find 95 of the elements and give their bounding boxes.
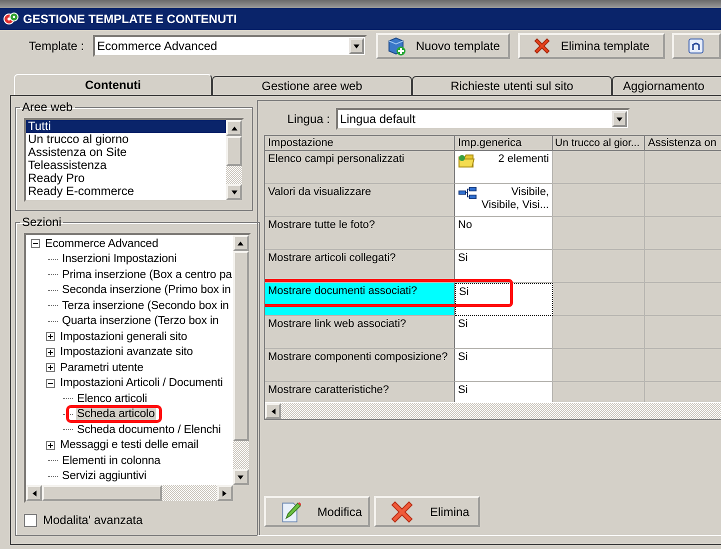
list-item[interactable]: Ready Pro — [26, 172, 226, 185]
caret-icon — [237, 240, 244, 246]
cell-text: Visibile, Visibile, Visi... — [482, 186, 549, 211]
tree-item[interactable]: Ecommerce Advanced — [44, 238, 160, 250]
checkbox[interactable] — [24, 514, 37, 526]
caret-icon — [616, 116, 623, 122]
table-cell[interactable]: 2 elementi — [455, 151, 553, 184]
table-cell: Mostrare tutte le foto? — [265, 217, 455, 250]
delete-button[interactable]: Elimina — [374, 496, 480, 527]
scroll-thumb[interactable] — [226, 136, 242, 166]
tree-item[interactable]: Impostazioni avanzate sito — [59, 346, 194, 358]
cell-text: Si — [458, 252, 469, 265]
tree-item[interactable]: Scheda articolo — [76, 408, 156, 420]
cell-text: 2 elementi — [498, 153, 549, 165]
caret-icon — [230, 124, 238, 132]
group-title: Sezioni — [21, 215, 62, 229]
tree-item[interactable]: Elementi in colonna — [61, 454, 162, 467]
window-title: GESTIONE TEMPLATE E CONTENUTI — [23, 12, 237, 26]
table-cell[interactable]: Si — [455, 349, 553, 382]
hierarchy-icon — [458, 186, 477, 200]
table-cell[interactable]: Si — [455, 382, 553, 402]
cell-text: Si — [459, 286, 470, 299]
tab[interactable]: Contenuti — [14, 74, 212, 95]
expand-toggle[interactable] — [30, 238, 41, 250]
table-cell[interactable]: Visibile, Visibile, Visi... — [455, 184, 553, 217]
tree-item[interactable]: Prima inserzione (Box a centro pa — [61, 268, 233, 281]
table-cell: Mostrare componenti composizione? — [265, 349, 455, 382]
column-header[interactable]: Imp.generica — [455, 136, 553, 151]
vertical-scrollbar[interactable] — [232, 235, 249, 485]
cross-icon — [532, 37, 551, 55]
scroll-thumb[interactable] — [42, 485, 162, 501]
expand-toggle[interactable] — [45, 331, 56, 342]
expand-toggle[interactable] — [45, 378, 56, 389]
table-cell: Valori da visualizzare — [265, 184, 455, 217]
caret-icon — [230, 188, 238, 196]
expand-toggle[interactable] — [45, 362, 56, 374]
tab[interactable]: Aggiornamento — [612, 76, 721, 95]
tree-item[interactable]: Impostazioni generali sito — [59, 330, 188, 343]
group-title: Aree web — [21, 100, 74, 114]
tree-item[interactable]: Scheda documento / Elenchi — [76, 424, 222, 436]
folder-icon — [458, 153, 476, 169]
edit-button[interactable]: Modifica — [264, 496, 370, 527]
tree-item[interactable]: Messaggi e testi delle email — [59, 439, 200, 452]
list-item[interactable]: Tutti — [26, 120, 226, 133]
caret-icon — [221, 490, 228, 496]
list-item[interactable]: Un trucco al giorno — [26, 133, 226, 146]
toolbar-button[interactable] — [672, 33, 721, 59]
box-plus-icon — [386, 36, 406, 56]
cell-text: No — [458, 219, 474, 232]
table-cell[interactable]: No — [455, 217, 553, 250]
expand-toggle[interactable] — [45, 440, 56, 451]
tree-item[interactable]: Servizi aggiuntivi — [61, 470, 148, 482]
language-label: Lingua : — [286, 112, 331, 126]
column-header[interactable]: Un trucco al gior... — [553, 136, 645, 151]
tree-item[interactable]: Terza inserzione (Secondo box in — [61, 300, 230, 312]
new-template-button[interactable]: Nuovo template — [376, 33, 510, 59]
template-label: Template : — [28, 39, 86, 53]
language-dropdown[interactable]: Lingua default — [336, 108, 630, 130]
tree-item[interactable]: Impostazioni Articoli / Documenti — [59, 377, 224, 390]
table-cell[interactable]: Si — [455, 250, 553, 283]
tree-item[interactable]: Quarta inserzione (Terzo box in — [61, 315, 220, 328]
caret-icon — [237, 474, 244, 480]
delete-template-button[interactable]: Elimina template — [518, 33, 665, 59]
table-cell: Mostrare articoli collegati? — [265, 250, 455, 283]
checkbox-label: Modalita' avanzata — [43, 513, 143, 527]
column-header[interactable]: Assistenza on — [645, 136, 721, 151]
vertical-scrollbar[interactable] — [226, 120, 242, 200]
expand-toggle[interactable] — [45, 346, 56, 358]
square-arch-icon — [688, 38, 704, 54]
cross-icon — [390, 500, 414, 524]
caret-icon — [353, 42, 360, 50]
list-item[interactable]: Assistenza on Site — [26, 146, 226, 159]
template-dropdown[interactable]: Ecommerce Advanced — [93, 35, 368, 57]
cell-text: Si — [458, 318, 469, 331]
table-cell[interactable]: Si — [455, 316, 553, 349]
table-cell: Mostrare documenti associati? — [265, 283, 455, 316]
list-item[interactable]: Teleassistenza — [26, 159, 226, 172]
cell-text: Si — [458, 384, 469, 397]
tree-item[interactable]: Parametri utente — [59, 362, 144, 374]
list-item[interactable]: Ready E-commerce — [26, 185, 226, 198]
scroll-thumb[interactable] — [232, 251, 249, 441]
cell-text: Si — [458, 351, 469, 364]
tab[interactable]: Richieste utenti sul sito — [412, 76, 612, 95]
tree-item[interactable]: Elenco articoli — [76, 392, 148, 405]
table-cell: Elenco campi personalizzati — [265, 151, 455, 184]
tab[interactable]: Gestione aree web — [212, 76, 412, 95]
table-cell: Mostrare link web associati? — [265, 316, 455, 349]
caret-icon — [270, 408, 276, 414]
caret-icon — [30, 490, 38, 496]
gears-icon — [3, 11, 19, 27]
tree-item[interactable]: Seconda inserzione (Primo box in — [61, 284, 232, 296]
tree-item[interactable]: Inserzioni Impostazioni — [61, 253, 178, 266]
horizontal-scrollbar[interactable] — [26, 485, 249, 501]
column-header[interactable]: Impostazione — [265, 136, 455, 151]
table-cell[interactable]: Si — [455, 283, 553, 316]
